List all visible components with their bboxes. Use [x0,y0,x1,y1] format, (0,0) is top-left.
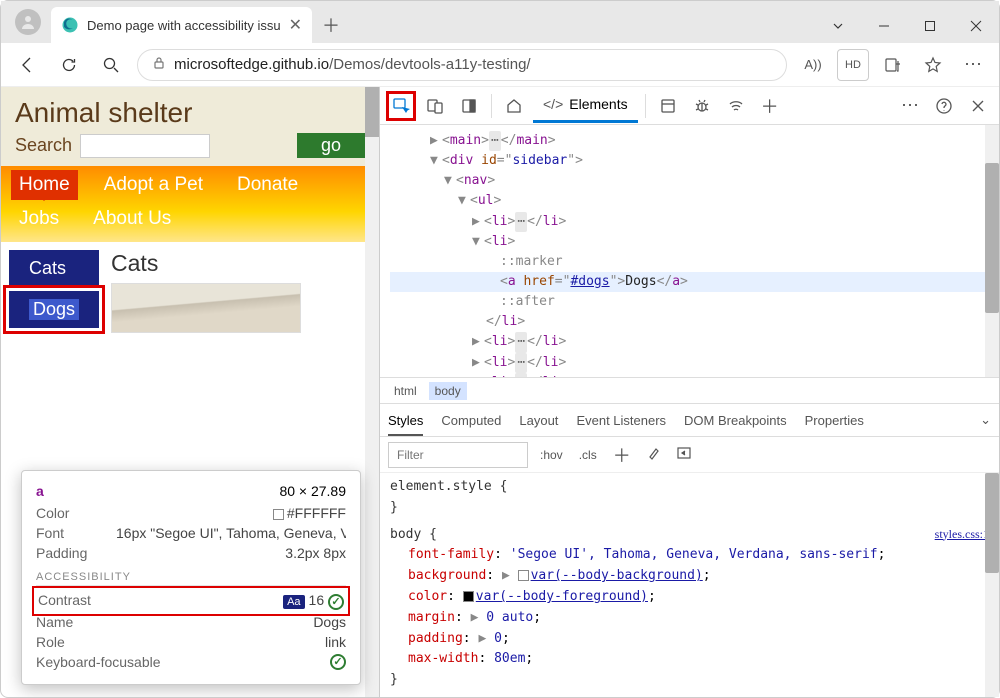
inspect-element-button[interactable] [386,91,416,121]
tooltip-dims: 80 × 27.89 [279,483,346,499]
read-aloud-button[interactable]: A)) [797,49,829,81]
brush-icon[interactable] [643,446,665,463]
devtools-help-button[interactable] [929,91,959,121]
styles-tabs: Styles Computed Layout Event Listeners D… [380,403,999,437]
elements-tree[interactable]: ▶<main>⋯</main> ▼<div id="sidebar"> ▼<na… [380,125,999,377]
window-minimize-icon[interactable] [861,9,907,43]
inspect-tooltip: a 80 × 27.89 Color#FFFFFF Font16px "Sego… [21,470,361,685]
browser-tab[interactable]: Demo page with accessibility issu ✕ [51,7,312,43]
nav-jobs[interactable]: Jobs [11,204,67,234]
toggle-pane-icon[interactable] [673,446,695,463]
check-icon: ✓ [328,594,344,610]
address-bar: microsoftedge.github.io/Demos/devtools-a… [1,43,999,87]
check-icon: ✓ [330,654,346,670]
window-close-icon[interactable] [953,9,999,43]
tab-styles[interactable]: Styles [388,413,423,436]
nav-home[interactable]: Home [11,170,78,200]
tooltip-tagname: a [36,483,44,499]
side-tab-dogs[interactable]: Dogs [9,291,99,328]
crumb-html[interactable]: html [388,382,423,400]
new-tab-button[interactable]: ＋ [316,10,346,40]
titlebar: Demo page with accessibility issu ✕ ＋ [1,1,999,43]
new-rule-button[interactable]: ＋ [609,442,635,468]
app-tab[interactable] [653,91,683,121]
site-header: Animal shelter Search go [1,87,379,166]
side-tab-cats[interactable]: Cats [9,250,99,287]
favorite-button[interactable] [917,49,949,81]
tab-title: Demo page with accessibility issu [87,18,281,33]
site-nav: Home Adopt a Pet Donate Jobs About Us [1,166,379,242]
page-scrollbar[interactable] [365,87,379,697]
tooltip-a11y-header: ACCESSIBILITY [36,571,346,586]
tab-layout[interactable]: Layout [519,413,558,428]
dock-button[interactable] [454,91,484,121]
network-icon[interactable] [721,91,751,121]
breadcrumb: html body [380,377,999,403]
devtools: </>Elements ＋ ⋯ ▶<main>⋯</main> ▼<div id… [379,87,999,697]
color-swatch [273,509,284,520]
go-button[interactable]: go [297,133,365,158]
device-toggle-button[interactable] [420,91,450,121]
tab-dom-breakpoints[interactable]: DOM Breakpoints [684,413,787,428]
more-tabs-button[interactable]: ＋ [755,91,785,121]
elements-tab[interactable]: </>Elements [533,88,638,123]
tab-close-icon[interactable]: ✕ [289,15,302,35]
page-heading: Cats [111,250,301,277]
chevron-down-icon[interactable]: ⌄ [980,412,991,428]
more-button[interactable]: ⋯ [957,49,989,81]
hd-button[interactable]: HD [837,49,869,81]
collections-button[interactable] [877,49,909,81]
window-maximize-icon[interactable] [907,9,953,43]
profile-button[interactable] [15,9,41,35]
page-viewport: Animal shelter Search go Home Adopt a Pe… [1,87,379,697]
window-chevron-icon[interactable] [815,9,861,43]
site-title: Animal shelter [15,97,365,129]
contrast-aa-badge: Aa [283,595,304,609]
styles-filter-input[interactable] [388,442,528,468]
devtools-close-button[interactable] [963,91,993,121]
crumb-body[interactable]: body [429,382,467,400]
bug-icon[interactable] [687,91,717,121]
tab-computed[interactable]: Computed [441,413,501,428]
url-text: microsoftedge.github.io/Demos/devtools-a… [174,56,531,73]
devtools-toolbar: </>Elements ＋ ⋯ [380,87,999,125]
tab-properties[interactable]: Properties [805,413,864,428]
hov-toggle[interactable]: :hov [536,448,567,462]
cls-toggle[interactable]: .cls [575,448,601,462]
back-button[interactable] [11,49,43,81]
search-input[interactable] [80,134,210,158]
styles-toolbar: :hov .cls ＋ [380,437,999,473]
nav-adopt[interactable]: Adopt a Pet [96,170,211,200]
nav-about[interactable]: About Us [85,204,179,234]
edge-favicon-icon [61,16,79,34]
welcome-tab[interactable] [499,91,529,121]
cat-image [111,283,301,333]
refresh-button[interactable] [53,49,85,81]
tab-event-listeners[interactable]: Event Listeners [576,413,666,428]
url-box[interactable]: microsoftedge.github.io/Demos/devtools-a… [137,49,787,81]
devtools-more-button[interactable]: ⋯ [895,91,925,121]
nav-donate[interactable]: Donate [229,170,306,200]
tooltip-contrast-row: Contrast Aa16 ✓ [36,590,346,612]
styles-pane[interactable]: element.style { } styles.css:1body { fon… [380,473,999,697]
search-label: Search [15,135,72,156]
search-button[interactable] [95,49,127,81]
lock-icon [152,56,166,74]
source-link[interactable]: styles.css:1 [935,525,989,544]
